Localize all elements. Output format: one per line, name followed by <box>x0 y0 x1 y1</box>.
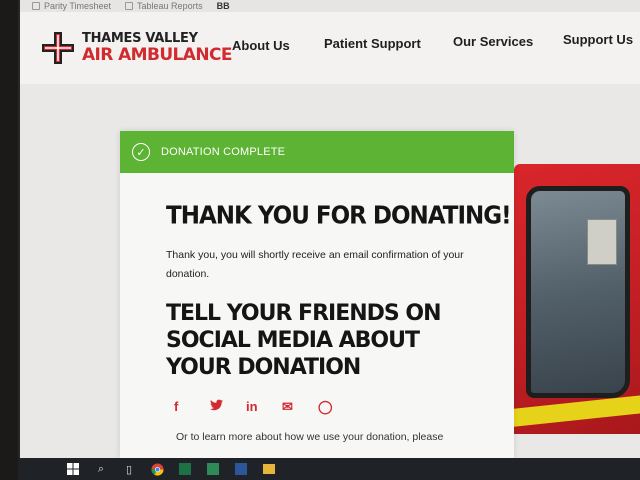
bookmarks-bar: Parity Timesheet Tableau Reports BB <box>20 0 640 12</box>
windows-taskbar: ⌕ ▯ <box>18 458 640 480</box>
bookmark-bb[interactable]: BB <box>217 1 230 11</box>
air-ambulance-cross-icon <box>42 32 74 64</box>
nav-our-services[interactable]: Our Services <box>453 34 533 49</box>
linkedin-icon[interactable]: in <box>246 399 282 415</box>
search-icon[interactable]: ⌕ <box>94 462 108 476</box>
thank-you-heading: THANK YOU FOR DONATING! <box>166 201 512 231</box>
bookmark-tableau-reports[interactable]: Tableau Reports <box>125 1 203 11</box>
donation-complete-banner: ✓ DONATION COMPLETE <box>120 131 514 173</box>
windows-start-icon[interactable] <box>66 462 80 476</box>
browser-viewport: Parity Timesheet Tableau Reports BB THAM… <box>18 0 640 458</box>
tableau-icon <box>125 2 134 10</box>
helicopter-stripe <box>514 395 640 427</box>
nav-about-us[interactable]: About Us <box>232 38 290 53</box>
twitter-icon[interactable] <box>210 399 246 415</box>
chrome-icon[interactable] <box>150 462 164 476</box>
checkmark-icon: ✓ <box>132 143 150 161</box>
nav-support-us[interactable]: Support Us <box>563 32 633 47</box>
nav-patient-support[interactable]: Patient Support <box>324 36 421 51</box>
share-heading: TELL YOUR FRIENDS ON SOCIAL MEDIA ABOUT … <box>166 301 442 380</box>
banner-text: DONATION COMPLETE <box>161 146 286 158</box>
learn-more-text: Or to learn more about how we use your d… <box>176 431 444 443</box>
page-icon <box>32 2 40 10</box>
logo-line-air-ambulance: AIR AMBULANCE <box>82 45 232 65</box>
helicopter-window <box>526 186 630 398</box>
helicopter-equipment <box>587 219 617 265</box>
helicopter-image <box>514 164 640 434</box>
confirmation-message: Thank you, you will shortly receive an e… <box>166 249 464 280</box>
donation-complete-card: ✓ DONATION COMPLETE THANK YOU FOR DONATI… <box>120 131 514 458</box>
task-view-icon[interactable]: ▯ <box>122 462 136 476</box>
bookmark-parity-timesheet[interactable]: Parity Timesheet <box>32 1 111 11</box>
app-icon[interactable] <box>206 462 220 476</box>
word-icon[interactable] <box>234 462 248 476</box>
whatsapp-icon[interactable]: ◯ <box>318 399 354 415</box>
social-share-links: f in ✉ ◯ <box>174 399 514 415</box>
site-header: THAMES VALLEY AIR AMBULANCE About Us Pat… <box>20 12 640 84</box>
file-explorer-icon[interactable] <box>262 462 276 476</box>
excel-icon[interactable] <box>178 462 192 476</box>
site-logo[interactable]: THAMES VALLEY AIR AMBULANCE <box>42 32 232 64</box>
logo-line-thames-valley: THAMES VALLEY <box>82 31 198 46</box>
facebook-icon[interactable]: f <box>174 399 210 415</box>
email-icon[interactable]: ✉ <box>282 399 318 415</box>
